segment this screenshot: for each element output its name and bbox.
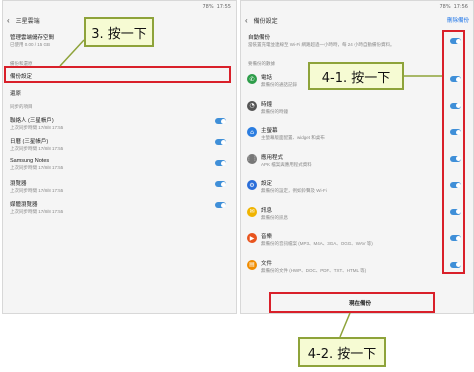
connector-step-3 bbox=[59, 39, 85, 67]
connector-step-4-2 bbox=[339, 312, 351, 338]
callout-connectors bbox=[59, 39, 442, 338]
